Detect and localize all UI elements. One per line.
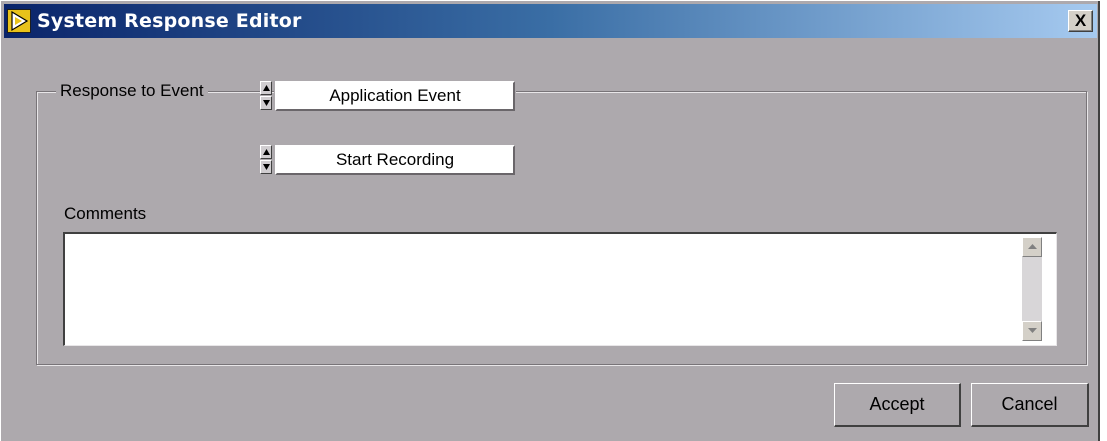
- scroll-down-button[interactable]: [1022, 321, 1042, 341]
- comments-textarea[interactable]: [63, 232, 1057, 346]
- labview-run-icon: [7, 9, 31, 33]
- down-arrow-icon: [263, 100, 270, 106]
- comments-scrollbar[interactable]: [1022, 237, 1042, 341]
- event-action-stepper[interactable]: [260, 145, 272, 175]
- comments-label: Comments: [64, 204, 147, 223]
- cancel-button[interactable]: Cancel: [971, 383, 1089, 427]
- close-icon: X: [1074, 11, 1087, 30]
- up-arrow-icon: [263, 149, 270, 155]
- increment-button[interactable]: [260, 81, 272, 95]
- scroll-up-icon: [1028, 244, 1037, 249]
- dialog-window: System Response Editor X Response to Eve…: [0, 0, 1100, 441]
- up-arrow-icon: [263, 85, 270, 91]
- increment-button[interactable]: [260, 145, 272, 159]
- event-type-stepper[interactable]: [260, 81, 272, 111]
- event-action-ring[interactable]: Start Recording: [274, 144, 516, 176]
- decrement-button[interactable]: [260, 96, 272, 110]
- decrement-button[interactable]: [260, 160, 272, 174]
- title-bar[interactable]: System Response Editor X: [4, 4, 1097, 38]
- event-type-ring[interactable]: Application Event: [274, 80, 516, 112]
- close-button[interactable]: X: [1068, 10, 1093, 32]
- window-title: System Response Editor: [37, 10, 302, 32]
- scroll-down-icon: [1028, 328, 1037, 333]
- accept-button[interactable]: Accept: [834, 383, 961, 427]
- down-arrow-icon: [263, 164, 270, 170]
- group-label: Response to Event: [56, 81, 208, 101]
- scroll-up-button[interactable]: [1022, 237, 1042, 257]
